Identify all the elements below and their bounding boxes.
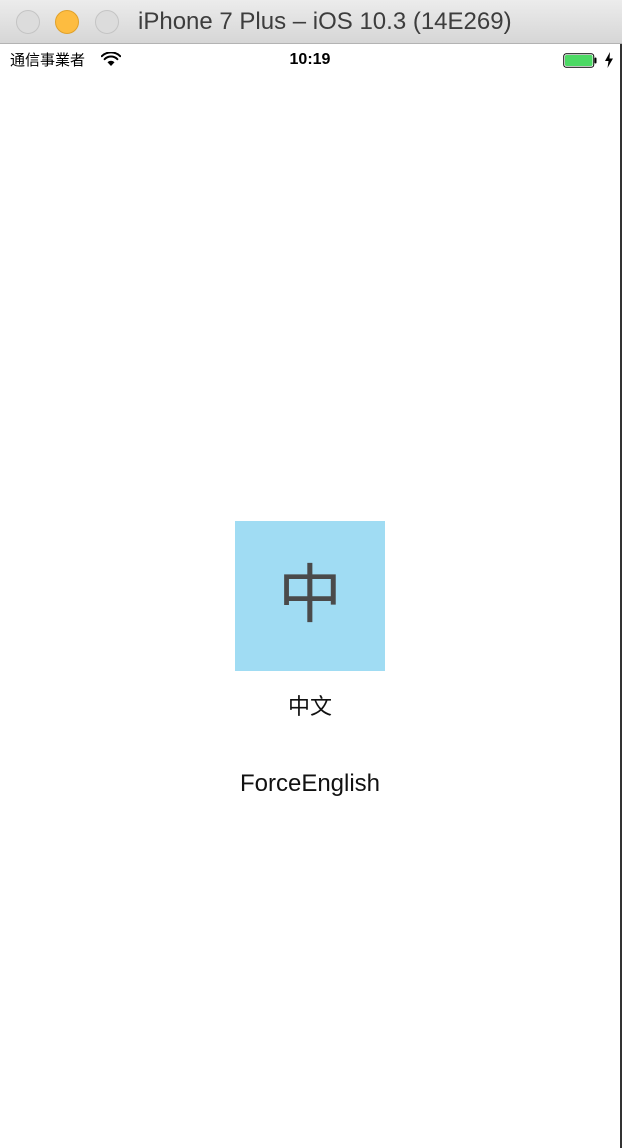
language-label: 中文 (287, 695, 332, 720)
close-window-button[interactable] (16, 10, 40, 34)
zoom-window-button[interactable] (95, 10, 119, 34)
battery-icon (563, 53, 597, 68)
language-glyph: 中 (278, 559, 342, 633)
status-time: 10:19 (289, 51, 331, 68)
charging-bolt-icon (605, 52, 613, 68)
status-bar: 通信事業者 10:19 (0, 45, 620, 75)
minimize-window-button[interactable] (55, 10, 79, 34)
window-title: iPhone 7 Plus – iOS 10.3 (14E269) (138, 8, 512, 35)
language-tile[interactable]: 中 (235, 521, 385, 671)
force-english-button[interactable]: ForceEnglish (160, 769, 460, 799)
window-titlebar: iPhone 7 Plus – iOS 10.3 (14E269) (0, 0, 622, 44)
